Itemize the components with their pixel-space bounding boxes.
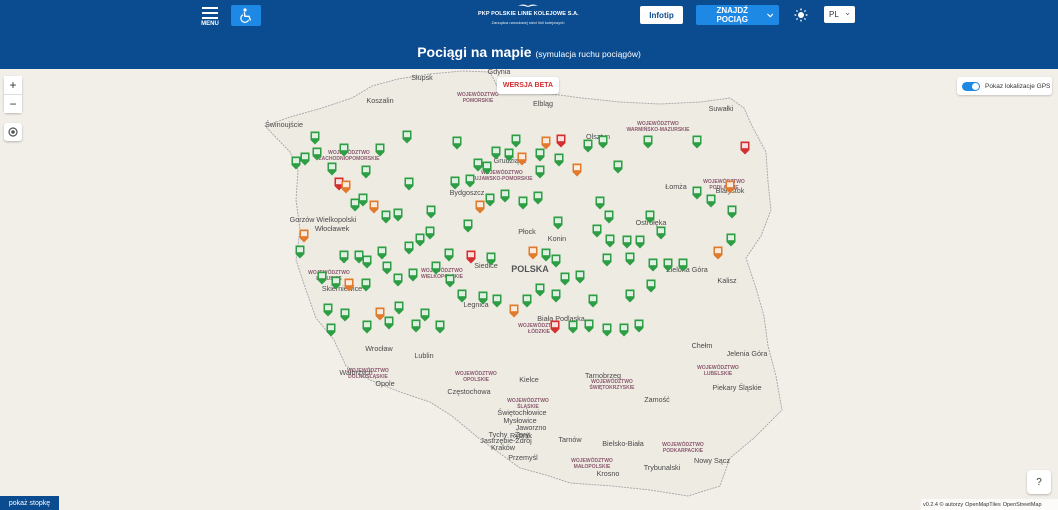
chevron-down-icon: ⌄	[844, 8, 851, 17]
help-button[interactable]: ?	[1027, 470, 1051, 494]
region-label: WOJEWÓDZTWO	[507, 396, 549, 404]
top-bar: MENU PKP POLSKIE LINIE KOLEJOWE S.A. Zar…	[0, 0, 1058, 69]
city-label: Opole	[375, 379, 394, 388]
region-label: WOJEWÓDZTWO	[328, 148, 370, 156]
hamburger-icon	[202, 7, 218, 9]
city-label: Jelenia Góra	[727, 349, 768, 358]
region-label: WOJEWÓDZTWO	[571, 456, 613, 464]
region-label: ŚLĄSKIE	[517, 403, 539, 410]
region-label: PODKARPACKIE	[663, 448, 704, 454]
city-label: Częstochowa	[447, 387, 490, 396]
region-label: WARMIŃSKO-MAZURSKIE	[626, 125, 690, 133]
openmaptiles-link[interactable]: OpenMapTiles	[965, 502, 1001, 508]
menu-button[interactable]: MENU	[199, 5, 221, 29]
target-icon	[8, 127, 18, 137]
gps-label: Pokaz lokalizacje GPS	[985, 82, 1051, 90]
city-label: Łomża	[665, 182, 687, 191]
page-subtitle: (symulacja ruchu pociągów)	[535, 49, 641, 59]
city-label: Koszalin	[366, 96, 393, 105]
city-label: Suwałki	[709, 104, 734, 113]
city-label: Skierniewice	[322, 284, 362, 293]
map-attribution: v0.2.4 © autorzy OpenMapTiles OpenStreet…	[921, 499, 1058, 510]
region-label: WOJEWÓDZTWO	[421, 266, 463, 274]
chevron-down-icon	[766, 13, 773, 17]
attribution-text: v0.2.4 © autorzy	[923, 501, 964, 508]
region-label: ZACHODNIOPOMORSKIE	[319, 156, 381, 162]
theme-toggle-button[interactable]	[790, 5, 812, 25]
city-label: Trybunalski	[644, 463, 681, 472]
gps-toggle[interactable]: Pokaz lokalizacje GPS	[957, 77, 1052, 95]
wheelchair-icon	[240, 8, 252, 23]
city-label: Tarnów	[558, 435, 582, 444]
map-svg[interactable]: Słupsk Gdynia Koszalin Elbląg Suwałki Świnouj…	[0, 69, 1058, 510]
city-label: Świnoujście	[265, 120, 303, 129]
region-label: ŁÓDZKIE	[528, 327, 551, 335]
region-label: WOJEWÓDZTWO	[347, 366, 389, 374]
region-label: ŚWIĘTOKRZYSKIE	[590, 384, 636, 391]
show-footer-button[interactable]: pokaż stopkę	[0, 496, 59, 510]
city-label: Zamość	[644, 395, 670, 404]
city-label: Kielce	[519, 375, 539, 384]
city-label: Płock	[518, 227, 536, 236]
city-label: Przemyśl	[508, 453, 538, 462]
region-label: WIELKOPOLSKIE	[421, 274, 464, 280]
zoom-out-button[interactable]: −	[4, 95, 22, 113]
city-label: Bielsko-Biała	[602, 439, 644, 448]
region-label: WOJEWÓDZTWO	[591, 377, 633, 385]
region-label: DOLNOŚLĄSKIE	[348, 373, 388, 380]
language-select[interactable]: PL ⌄	[824, 6, 855, 23]
region-label: WOJEWÓDZTWO	[697, 363, 739, 371]
city-label: Wrocław	[365, 344, 393, 353]
logo-name: PKP POLSKIE LINIE KOLEJOWE S.A.	[478, 11, 579, 17]
region-label: MAŁOPOLSKIE	[574, 464, 611, 470]
region-label: WOJEWÓDZTWO	[455, 369, 497, 377]
city-label: Kalisz	[717, 276, 737, 285]
city-label: Nowy Sącz	[694, 456, 730, 465]
region-label: WOJEWÓDZTWO	[308, 268, 350, 276]
city-label: Biała Podlaska	[537, 314, 585, 323]
winged-wheel-icon	[518, 4, 538, 7]
city-label: Elbląg	[533, 99, 553, 108]
beta-badge: WERSJA BETA	[497, 77, 559, 94]
find-train-button[interactable]: ZNAJDŹ POCIĄG	[696, 5, 779, 25]
city-label: Lublin	[414, 351, 433, 360]
region-label: WOJEWÓDZTWO	[703, 177, 745, 185]
region-label: KUJAWSKO-POMORSKIE	[471, 176, 533, 182]
infotip-button[interactable]: Infotip	[640, 6, 683, 24]
page-title: Pociągi na mapie (symulacja ruchu pociąg…	[0, 44, 1058, 60]
logo-tagline: Zarządca narodowej sieci linii kolejowyc…	[491, 20, 565, 25]
page-title-text: Pociągi na mapie	[417, 44, 532, 60]
region-label: OPOLSKIE	[463, 377, 490, 383]
region-label: WOJEWÓDZTWO	[637, 119, 679, 127]
locate-button[interactable]	[4, 123, 22, 141]
city-label: Siedlce	[474, 261, 498, 270]
city-label: Włocławek	[315, 224, 350, 233]
region-label: WOJEWÓDZTWO	[662, 440, 704, 448]
openstreetmap-link[interactable]: OpenStreetMap	[1003, 502, 1042, 508]
country-label: POLSKA	[511, 264, 549, 274]
map-canvas[interactable]: Słupsk Gdynia Koszalin Elbląg Suwałki Świnouj…	[0, 69, 1058, 510]
city-label: Gorzów Wielkopolski	[290, 215, 357, 224]
city-label: Gdynia	[488, 69, 511, 76]
accessibility-button[interactable]	[231, 5, 261, 26]
zoom-in-button[interactable]: +	[4, 76, 22, 94]
city-label: Kraków	[491, 443, 516, 452]
region-label: LUBELSKIE	[704, 371, 733, 377]
menu-label: MENU	[201, 21, 219, 27]
region-label: WOJEWÓDZTWO	[457, 90, 499, 98]
zoom-control: + −	[4, 76, 22, 113]
language-value: PL	[829, 10, 839, 19]
region-label: PODLASKIE	[709, 185, 739, 191]
city-label: Krosno	[597, 469, 620, 478]
find-train-label: ZNAJDŹ POCIĄG	[716, 6, 749, 24]
toggle-switch[interactable]	[962, 81, 980, 91]
city-label: Piekary Śląskie	[712, 383, 761, 392]
city-label: Chełm	[692, 341, 713, 350]
pkp-plk-logo[interactable]: PKP POLSKIE LINIE KOLEJOWE S.A. Zarządca…	[478, 3, 579, 31]
city-label: Konin	[548, 234, 566, 243]
sun-icon	[794, 8, 808, 22]
city-label: Słupsk	[411, 73, 433, 82]
region-label: POMORSKIE	[463, 98, 494, 104]
